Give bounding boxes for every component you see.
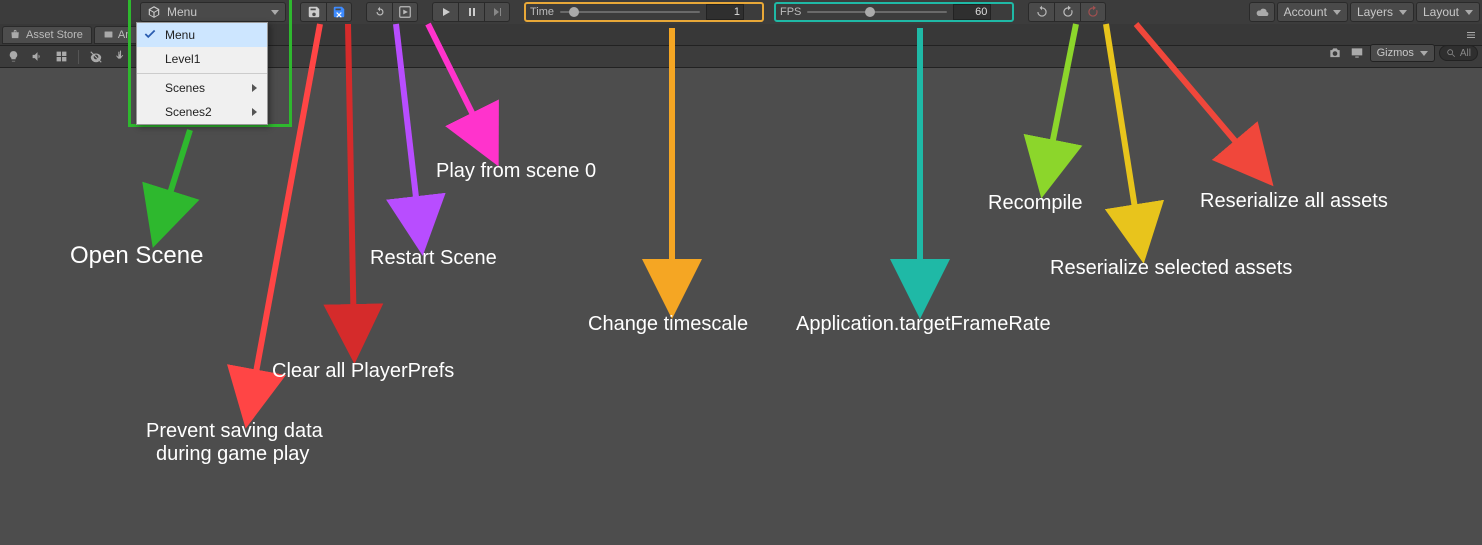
cloud-icon	[1254, 6, 1270, 18]
chevron-down-icon	[1399, 10, 1407, 15]
menu-item-scenes2[interactable]: Scenes2	[137, 100, 267, 124]
pause-icon	[466, 6, 478, 18]
tab-asset-store-label: Asset Store	[26, 29, 83, 41]
play-icon	[440, 6, 452, 18]
eye-off-icon[interactable]	[87, 48, 105, 66]
refresh-icon	[373, 5, 387, 19]
play-button[interactable]	[432, 2, 458, 22]
save-group	[300, 2, 352, 22]
submenu-arrow-icon	[252, 108, 257, 116]
check-icon	[143, 27, 157, 41]
panel-menu-icon[interactable]	[1462, 26, 1480, 44]
menu-item-label: Scenes2	[165, 105, 212, 119]
gizmos-label: Gizmos	[1377, 47, 1414, 59]
timescale-slider[interactable]: Time	[524, 2, 764, 22]
step-button[interactable]	[484, 2, 510, 22]
fps-track[interactable]	[807, 11, 947, 13]
annot-open-scene: Open Scene	[70, 242, 203, 270]
hand-icon[interactable]	[111, 48, 129, 66]
chevron-down-icon	[1465, 10, 1473, 15]
tab-animator[interactable]: An	[94, 26, 140, 44]
reload-x-icon	[1086, 5, 1100, 19]
menu-dropdown-label: Menu	[167, 5, 197, 19]
menu-item-menu[interactable]: Menu	[137, 23, 267, 47]
account-label: Account	[1284, 5, 1327, 19]
annot-fps: Application.targetFrameRate	[796, 313, 1051, 336]
camera-icon[interactable]	[1326, 44, 1344, 62]
save-icon	[307, 5, 321, 19]
time-label: Time	[530, 6, 554, 18]
menu-item-scenes[interactable]: Scenes	[137, 76, 267, 100]
menu-item-label: Level1	[165, 52, 200, 66]
fps-slider[interactable]: FPS	[774, 2, 1014, 22]
annot-clear-prefs: Clear all PlayerPrefs	[272, 360, 454, 383]
fps-value-input[interactable]	[953, 4, 991, 20]
menu-item-label: Scenes	[165, 81, 205, 95]
menu-dropdown-panel: Menu Level1 Scenes Scenes2	[136, 22, 268, 125]
annot-play-scene0: Play from scene 0	[436, 160, 596, 183]
chevron-down-icon	[271, 10, 279, 15]
search-icon	[1446, 48, 1456, 58]
annot-prevent-saving-2: during game play	[156, 443, 309, 466]
spin-icon	[1035, 5, 1049, 19]
monitor-icon[interactable]	[1348, 44, 1366, 62]
annot-reserialize-all: Reserialize all assets	[1200, 190, 1388, 213]
gizmos-dropdown[interactable]: Gizmos	[1370, 44, 1435, 62]
save-x-icon	[332, 5, 346, 19]
time-track[interactable]	[560, 11, 700, 13]
step-icon	[491, 6, 503, 18]
reserialize-all-button[interactable]	[1080, 2, 1106, 22]
play-zero-icon	[398, 5, 412, 19]
menu-item-label: Menu	[165, 28, 195, 42]
annot-reserialize-sel: Reserialize selected assets	[1050, 257, 1292, 280]
pause-button[interactable]	[458, 2, 484, 22]
search-placeholder: All	[1460, 48, 1471, 59]
annot-prevent-saving-1: Prevent saving data	[146, 420, 323, 443]
recompile-button[interactable]	[1028, 2, 1054, 22]
layers-dropdown[interactable]: Layers	[1350, 2, 1414, 22]
search-field[interactable]: All	[1439, 45, 1478, 61]
right-nav: Gizmos All	[1326, 44, 1478, 62]
annot-timescale: Change timescale	[588, 313, 748, 336]
animator-icon	[103, 29, 114, 40]
annot-restart-scene: Restart Scene	[370, 247, 497, 270]
chevron-down-icon	[1420, 51, 1428, 56]
reserialize-group	[1028, 2, 1106, 22]
time-thumb[interactable]	[569, 7, 579, 17]
submenu-arrow-icon	[252, 84, 257, 92]
clear-playerprefs-button[interactable]	[326, 2, 352, 22]
bag-icon	[11, 29, 22, 40]
restart-group	[366, 2, 418, 22]
menu-item-level1[interactable]: Level1	[137, 47, 267, 71]
restart-scene-button[interactable]	[366, 2, 392, 22]
fx-icon[interactable]	[52, 48, 70, 66]
cloud-button[interactable]	[1249, 2, 1275, 22]
layers-label: Layers	[1357, 5, 1393, 19]
chevron-down-icon	[1333, 10, 1341, 15]
tab-asset-store[interactable]: Asset Store	[2, 26, 92, 44]
lightbulb-icon[interactable]	[4, 48, 22, 66]
prevent-save-button[interactable]	[300, 2, 326, 22]
playback-group	[432, 2, 510, 22]
annot-recompile: Recompile	[988, 192, 1082, 215]
menu-separator	[137, 73, 267, 74]
layout-dropdown[interactable]: Layout	[1416, 2, 1480, 22]
reload-icon	[1061, 5, 1075, 19]
menu-dropdown[interactable]: Menu	[140, 2, 286, 22]
tab-animator-label: An	[118, 29, 131, 41]
reserialize-selected-button[interactable]	[1054, 2, 1080, 22]
time-value-input[interactable]	[706, 4, 744, 20]
play-scene0-button[interactable]	[392, 2, 418, 22]
top-toolbar: Menu	[0, 0, 1482, 24]
fps-label: FPS	[780, 6, 801, 18]
unity-cube-icon	[147, 5, 161, 19]
fps-thumb[interactable]	[865, 7, 875, 17]
layout-label: Layout	[1423, 5, 1459, 19]
account-dropdown[interactable]: Account	[1277, 2, 1348, 22]
audio-icon[interactable]	[28, 48, 46, 66]
